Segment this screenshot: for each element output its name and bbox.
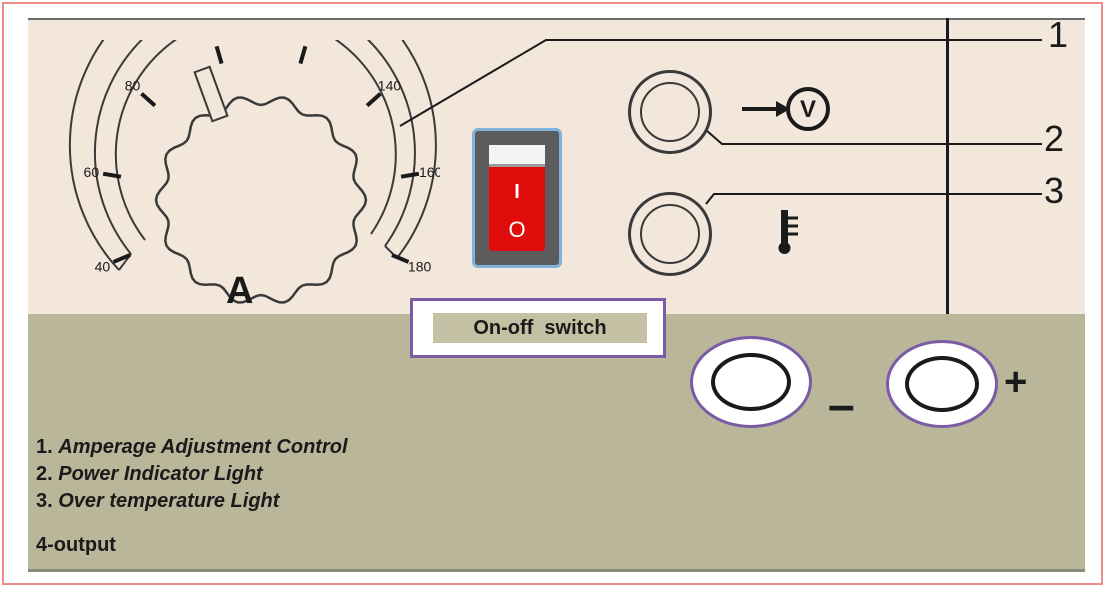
rocker-top-cap bbox=[489, 145, 545, 167]
negative-sign: – bbox=[828, 379, 855, 432]
voltage-indicator-icon: V bbox=[742, 87, 830, 131]
dial-tick-mark bbox=[298, 45, 308, 65]
legend-item: 3. Over temperature Light bbox=[36, 488, 348, 515]
dial-tick-mark bbox=[400, 171, 420, 179]
dial-tick-mark bbox=[102, 171, 122, 179]
legend-item: 2. Power Indicator Light bbox=[36, 461, 348, 488]
legend-text: Over temperature Light bbox=[58, 490, 280, 512]
dial-tick-label: 60 bbox=[84, 164, 100, 180]
vertical-divider bbox=[946, 18, 949, 314]
switch-label: On-off switch bbox=[433, 313, 647, 343]
dial-tick-label: 180 bbox=[408, 259, 432, 275]
dial-tick-mark bbox=[140, 92, 157, 108]
dial-tick-mark bbox=[365, 92, 382, 108]
dial-pointer bbox=[193, 65, 229, 123]
legend-number: 3. bbox=[36, 490, 53, 512]
dial-tick-label: 140 bbox=[378, 78, 402, 94]
legend-text: Power Indicator Light bbox=[58, 463, 263, 485]
callout-number-2: 2 bbox=[1044, 118, 1065, 159]
positive-sign: + bbox=[1004, 360, 1028, 404]
dial-tick-label: 40 bbox=[95, 259, 111, 275]
legend-number: 1. bbox=[36, 436, 53, 458]
legend-number: 2. bbox=[36, 463, 53, 485]
svg-text:V: V bbox=[800, 96, 816, 123]
dial-tick-label: 160 bbox=[419, 164, 440, 180]
on-off-rocker-switch[interactable]: I O bbox=[472, 128, 562, 268]
output-label: 4-output bbox=[36, 534, 116, 556]
rocker-body[interactable]: I O bbox=[489, 145, 545, 251]
legend-text: Amperage Adjustment Control bbox=[58, 436, 348, 458]
switch-off-mark: O bbox=[508, 217, 526, 242]
dial-tick-label: 100 bbox=[202, 40, 226, 43]
positive-output-terminal[interactable] bbox=[886, 340, 998, 428]
dial-unit-label: A bbox=[226, 270, 254, 312]
dial-tick-mark bbox=[391, 253, 410, 264]
dial-tick-label: 120 bbox=[297, 40, 321, 43]
negative-output-terminal[interactable] bbox=[690, 336, 812, 428]
legend-item: 1. Amperage Adjustment Control bbox=[36, 434, 348, 461]
dial-tick-label: 80 bbox=[125, 78, 141, 94]
legend: 1. Amperage Adjustment Control 2. Power … bbox=[36, 434, 348, 515]
dial-tick-mark bbox=[214, 45, 224, 65]
over-temperature-light bbox=[628, 192, 712, 276]
thermometer-icon bbox=[778, 210, 798, 254]
callout-number-3: 3 bbox=[1044, 170, 1065, 211]
power-indicator-light bbox=[628, 70, 712, 154]
switch-label-box: On-off switch bbox=[410, 298, 666, 358]
callout-number-1: 1 bbox=[1048, 14, 1069, 55]
dial-knob[interactable] bbox=[154, 96, 368, 304]
switch-on-mark: I bbox=[514, 181, 520, 203]
